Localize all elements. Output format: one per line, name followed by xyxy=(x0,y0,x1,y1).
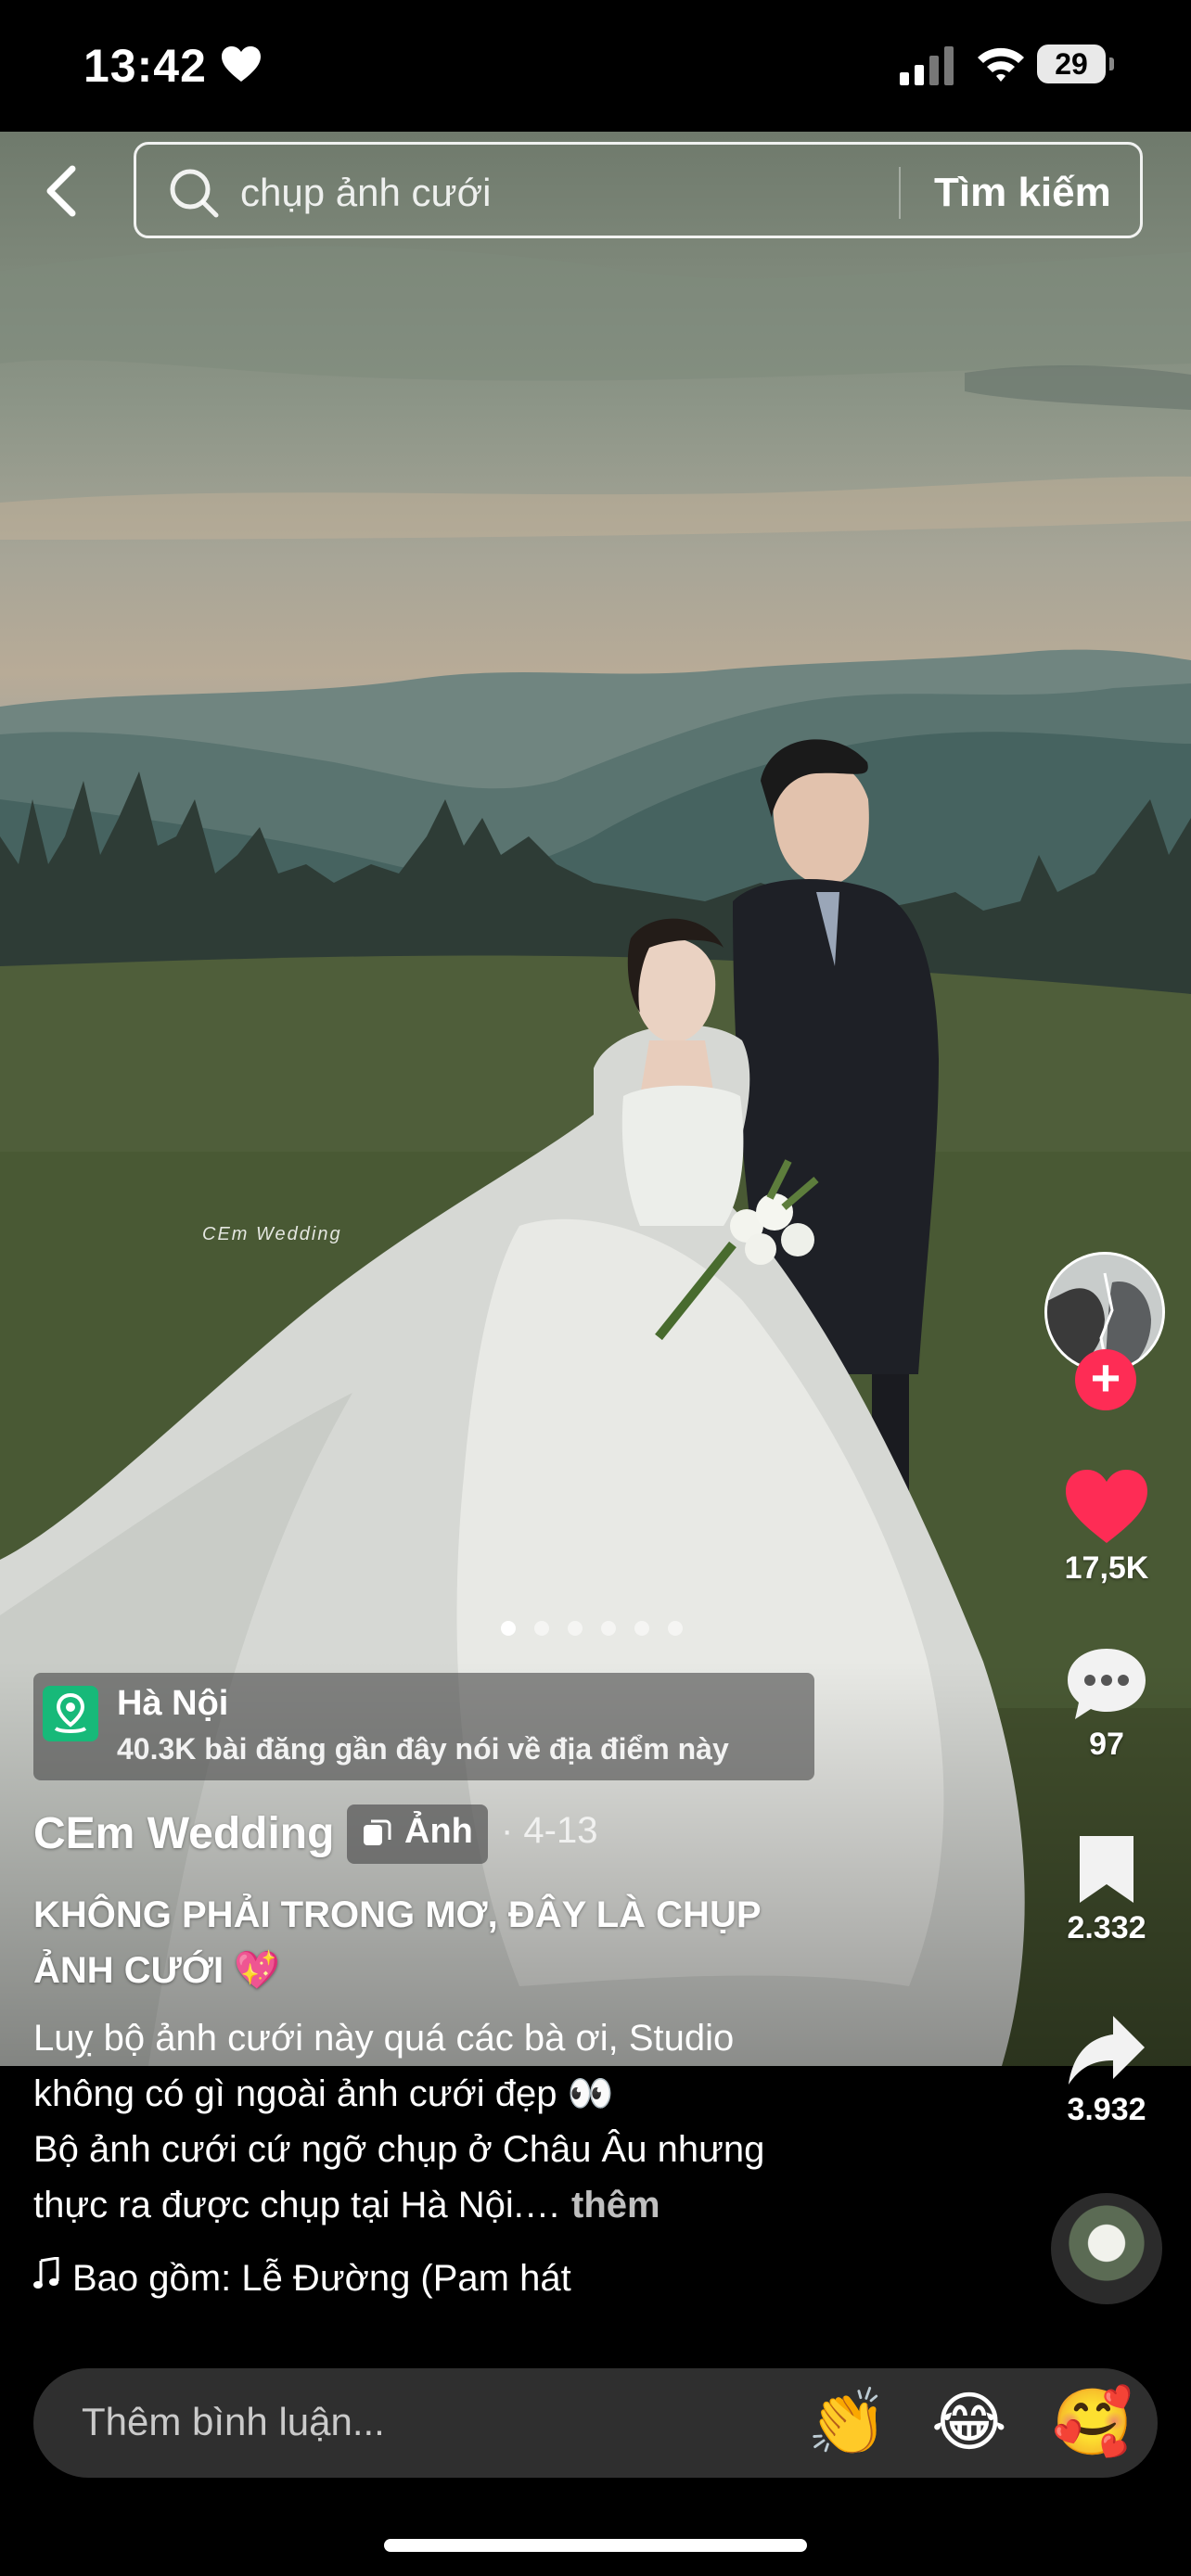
post-date: · 4-13 xyxy=(501,1810,598,1851)
heart-status-icon xyxy=(222,46,261,82)
description-line-4: thực ra được chụp tại Hà Nội.… xyxy=(33,2185,561,2225)
pagination-dot-6 xyxy=(668,1621,683,1636)
battery-level: 29 xyxy=(1037,45,1106,83)
photo-stack-icon xyxy=(364,1819,391,1845)
description-line-3: Bộ ảnh cưới cứ ngỡ chụp ở Châu Âu nhưng xyxy=(33,2129,765,2170)
emoji-love-button[interactable]: 🥰 xyxy=(1052,2385,1133,2459)
search-button[interactable]: Tìm kiếm xyxy=(934,165,1111,221)
location-pin-icon xyxy=(43,1686,98,1741)
like-count: 17,5K xyxy=(1064,1550,1149,1586)
location-tag[interactable]: Hà Nội 40.3K bài đăng gần đây nói về địa… xyxy=(33,1673,814,1780)
pagination-dot-3 xyxy=(568,1621,583,1636)
post-title-line-2: ẢNH CƯỚI 💖 xyxy=(33,1950,280,1991)
music-title: Bao gồm: Lễ Đường (Pam hát xyxy=(72,2258,571,2299)
post-title-line-1: KHÔNG PHẢI TRONG MƠ, ĐÂY LÀ CHỤP xyxy=(33,1894,762,1935)
search-bar[interactable]: chụp ảnh cưới Tìm kiếm xyxy=(134,142,1143,238)
search-divider xyxy=(899,167,901,219)
comment-placeholder[interactable]: Thêm bình luận... xyxy=(82,2400,385,2444)
comment-button[interactable]: 97 xyxy=(1046,1645,1167,1763)
search-icon xyxy=(170,169,219,218)
emoji-laugh-button[interactable]: 😂 xyxy=(931,2385,1007,2459)
music-note-icon xyxy=(33,2257,59,2289)
back-arrow-icon[interactable] xyxy=(37,163,89,219)
comment-bubble-icon xyxy=(1068,1649,1146,1719)
post-title: KHÔNG PHẢI TRONG MƠ, ĐÂY LÀ CHỤP ẢNH CƯỚ… xyxy=(33,1887,924,1998)
author-name[interactable]: CEm Wedding xyxy=(33,1808,334,1859)
battery-icon: 29 xyxy=(1037,45,1115,85)
save-count: 2.332 xyxy=(1067,1910,1146,1945)
share-button[interactable]: 3.932 xyxy=(1046,2012,1167,2128)
description-line-2: không có gì ngoài ảnh cưới đẹp 👀 xyxy=(33,2073,614,2114)
bookmark-icon xyxy=(1080,1836,1133,1903)
description-line-1: Luỵ bộ ảnh cưới này quá các bà ơi, Studi… xyxy=(33,2018,735,2059)
pagination-dot-4 xyxy=(601,1621,616,1636)
see-more-link[interactable]: thêm xyxy=(571,2185,660,2225)
like-button[interactable]: 17,5K xyxy=(1046,1467,1167,1587)
music-info[interactable]: Bao gồm: Lễ Đường (Pam hát xyxy=(33,2257,571,2300)
music-disc-thumbnail[interactable] xyxy=(1051,2193,1162,2304)
follow-plus-button[interactable]: + xyxy=(1075,1349,1136,1410)
share-count: 3.932 xyxy=(1067,2092,1146,2127)
search-query[interactable]: chụp ảnh cưới xyxy=(240,167,491,219)
location-subtitle: 40.3K bài đăng gần đây nói về địa điểm n… xyxy=(117,1732,729,1766)
heart-icon xyxy=(1066,1470,1147,1543)
status-bar: 13:42 29 xyxy=(0,0,1191,132)
share-arrow-icon xyxy=(1069,2016,1145,2085)
comment-input[interactable]: Thêm bình luận... 👏 😂 🥰 xyxy=(33,2368,1158,2478)
status-time: 13:42 xyxy=(83,40,207,92)
emoji-clap-button[interactable]: 👏 xyxy=(807,2385,888,2459)
pagination-dot-2 xyxy=(534,1621,549,1636)
pagination-dot-5 xyxy=(634,1621,649,1636)
comment-count: 97 xyxy=(1089,1727,1124,1762)
location-name: Hà Nội xyxy=(117,1684,229,1723)
post-description[interactable]: Luỵ bộ ảnh cưới này quá các bà ơi, Studi… xyxy=(33,2010,887,2233)
save-button[interactable]: 2.332 xyxy=(1046,1832,1167,1946)
cellular-signal-icon xyxy=(900,46,954,85)
post-type-badge: Ảnh xyxy=(347,1804,488,1864)
pagination-dot-1 xyxy=(501,1621,516,1636)
photo-watermark: CEm Wedding xyxy=(202,1224,342,1244)
post-type-label: Ảnh xyxy=(404,1812,473,1851)
home-indicator[interactable] xyxy=(384,2539,807,2552)
wifi-icon xyxy=(978,47,1024,82)
